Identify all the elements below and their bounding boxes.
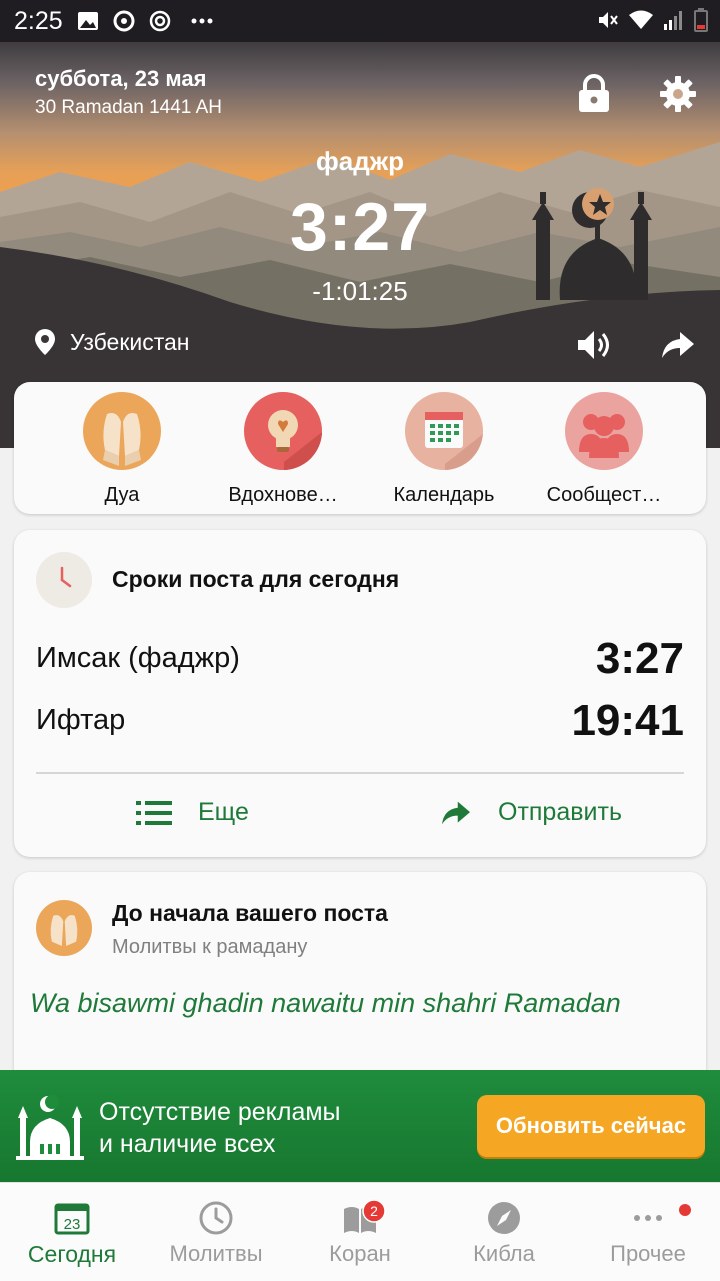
quick-action-label: Дуа xyxy=(104,484,140,506)
calendar-day-icon: 23 xyxy=(54,1203,90,1235)
wifi-icon xyxy=(628,9,654,38)
fasting-times-card: Сроки поста для сегодня Имсак (фаджр) 3:… xyxy=(14,530,706,857)
image-icon xyxy=(77,11,99,31)
mute-icon xyxy=(596,9,618,38)
community-icon xyxy=(565,392,643,470)
status-bar: 2:25 xyxy=(0,0,720,42)
iftar-label: Ифтар xyxy=(36,704,126,736)
promo-line-1: Отсутствие рекламы xyxy=(99,1098,341,1126)
status-time: 2:25 xyxy=(14,6,63,35)
location-selector[interactable]: Узбекистан xyxy=(34,328,190,356)
list-icon xyxy=(136,800,172,825)
share-button[interactable] xyxy=(660,329,696,361)
clock-icon xyxy=(199,1201,233,1235)
quick-action-community[interactable]: Сообщест… xyxy=(524,392,684,507)
quick-action-dua[interactable]: Дуа xyxy=(42,392,202,507)
fasting-card-title: Сроки поста для сегодня xyxy=(112,566,400,592)
sync-icon xyxy=(113,10,135,32)
quick-action-inspiration[interactable]: Вдохнове… xyxy=(203,392,363,507)
praying-hands-icon xyxy=(36,900,92,956)
more-label: Еще xyxy=(198,798,249,826)
location-label: Узбекистан xyxy=(70,328,190,355)
hijri-date: 30 Ramadan 1441 AH xyxy=(35,97,222,118)
send-label: Отправить xyxy=(498,798,622,826)
nav-label: Кибла xyxy=(473,1241,535,1266)
more-button[interactable]: Еще xyxy=(136,798,249,827)
promo-text: Отсутствие рекламы и наличие всех xyxy=(99,1096,341,1160)
card-divider xyxy=(36,772,684,774)
clock-icon xyxy=(36,552,92,608)
nav-label: Молитвы xyxy=(169,1241,263,1266)
nav-prayers[interactable]: Молитвы xyxy=(144,1183,288,1281)
quran-badge-count: 2 xyxy=(370,1203,378,1219)
lock-button[interactable] xyxy=(576,74,612,114)
more-dots-icon xyxy=(191,18,213,24)
nav-label: Сегодня xyxy=(27,1241,117,1267)
praying-hands-icon xyxy=(83,392,161,470)
target-icon xyxy=(149,10,171,32)
speaker-icon xyxy=(578,331,609,359)
location-pin-icon xyxy=(35,329,55,355)
share-arrow-icon xyxy=(662,332,694,358)
premium-promo-banner: Отсутствие рекламы и наличие всех Обнови… xyxy=(0,1070,720,1182)
send-button[interactable]: Отправить xyxy=(440,798,622,827)
prayer-countdown: -1:01:25 xyxy=(312,276,408,306)
dua-card-subtitle: Молитвы к рамадану xyxy=(112,936,308,958)
gear-icon xyxy=(660,76,696,112)
nav-today-date: 23 xyxy=(64,1216,81,1233)
iftar-time: 19:41 xyxy=(571,696,684,745)
nav-label: Прочее xyxy=(610,1241,686,1266)
share-arrow-icon xyxy=(442,801,470,824)
signal-icon xyxy=(664,9,684,38)
promo-line-2: и наличие всех xyxy=(99,1130,276,1158)
quick-action-label: Сообщест… xyxy=(546,484,662,506)
nav-more[interactable]: Прочее xyxy=(576,1183,720,1281)
nav-qibla[interactable]: Кибла xyxy=(432,1183,576,1281)
quick-action-label: Вдохнове… xyxy=(228,484,338,506)
dua-card-title: До начала вашего поста xyxy=(112,900,388,926)
quick-action-label: Календарь xyxy=(393,484,495,506)
lock-icon xyxy=(579,74,609,112)
nav-today[interactable]: 23 Сегодня xyxy=(0,1183,144,1281)
compass-icon xyxy=(488,1202,520,1234)
bottom-navigation: 23 Сегодня Молитвы 2 Коран Кибла Прочее xyxy=(0,1182,720,1281)
settings-button[interactable] xyxy=(658,74,698,114)
dua-transliteration: Wa bisawmi ghadin nawaitu min shahri Ram… xyxy=(30,988,621,1018)
lightbulb-icon xyxy=(244,392,322,470)
notification-badge: 2 xyxy=(362,1199,386,1223)
current-prayer-time: 3:27 xyxy=(289,189,431,265)
battery-icon xyxy=(694,8,708,39)
imsak-time: 3:27 xyxy=(595,634,684,683)
nav-label: Коран xyxy=(329,1241,391,1266)
nav-quran[interactable]: 2 Коран xyxy=(288,1183,432,1281)
imsak-label: Имсак (фаджр) xyxy=(36,642,240,674)
current-prayer-name: фаджр xyxy=(315,146,405,176)
quick-action-calendar[interactable]: Календарь xyxy=(364,392,524,507)
upgrade-now-button[interactable]: Обновить сейчас xyxy=(477,1095,705,1157)
more-dots-icon xyxy=(634,1215,662,1221)
calendar-icon xyxy=(405,392,483,470)
quick-actions-card: Дуа Вдохнове… Календарь Сообщест… xyxy=(14,382,706,514)
gregorian-date: суббота, 23 мая xyxy=(35,66,207,91)
mosque-logo-icon xyxy=(16,1095,84,1160)
notification-dot xyxy=(679,1204,691,1216)
sound-button[interactable] xyxy=(576,327,612,363)
